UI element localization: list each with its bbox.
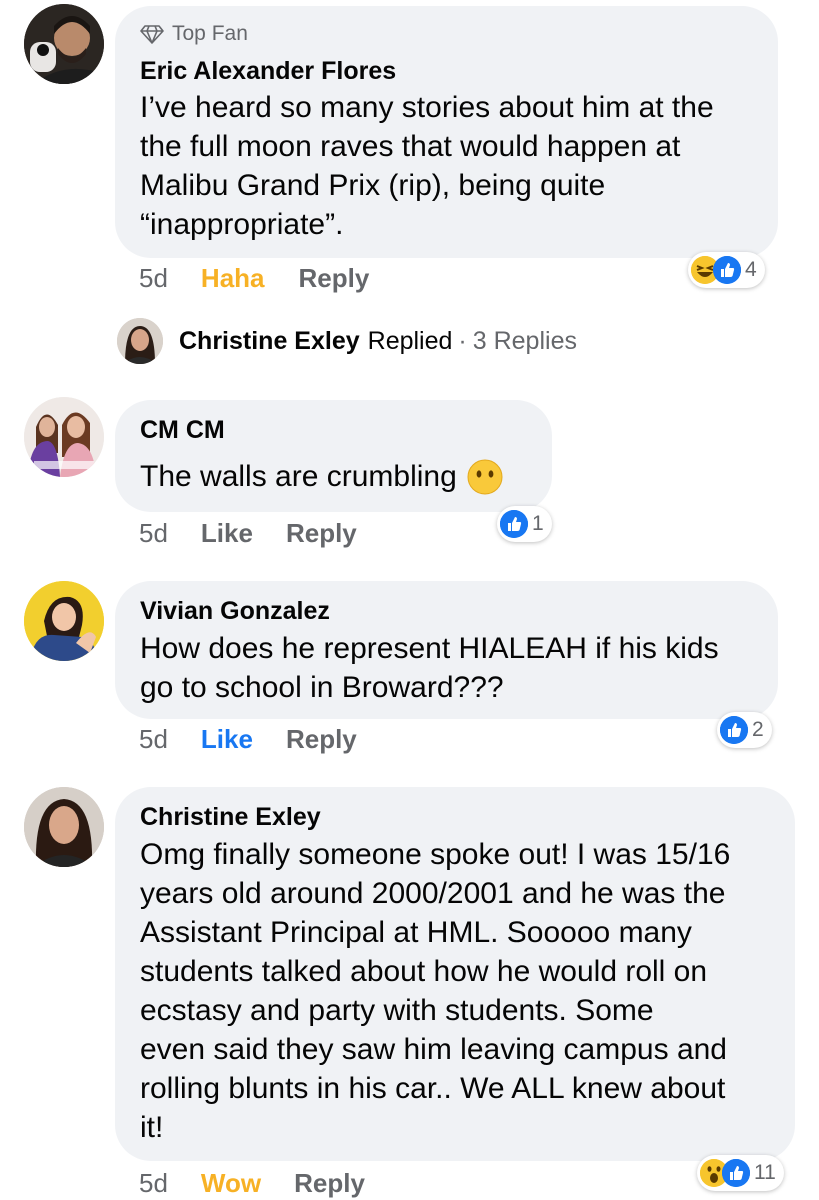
avatar-christine[interactable] <box>24 787 104 867</box>
reply-button[interactable]: Reply <box>286 724 357 755</box>
comment-time[interactable]: 5d <box>139 724 168 755</box>
comment-author[interactable]: Vivian Gonzalez <box>140 597 754 626</box>
like-icon <box>722 1159 750 1187</box>
comment-actions: 5d Like Reply <box>139 724 357 755</box>
top-fan-label: Top Fan <box>172 22 248 45</box>
comment-bubble: Vivian Gonzalez How does he represent HI… <box>115 581 778 719</box>
comment-line: students talked about how he would roll … <box>140 955 708 988</box>
comment-bubble: Top Fan Eric Alexander Flores I’ve heard… <box>115 6 778 258</box>
comment-line: Omg finally someone spoke out! I was 15/… <box>140 838 731 871</box>
comment-line: “inappropriate”. <box>140 208 344 241</box>
reaction-summary[interactable]: 11 <box>697 1155 784 1191</box>
speechless-face-emoji <box>467 459 503 494</box>
comment-actions: 5d Wow Reply <box>139 1168 365 1199</box>
comment-actions: 5d Like Reply <box>139 518 357 549</box>
like-icon <box>720 716 748 744</box>
react-button[interactable]: Haha <box>201 263 265 294</box>
comment-line: even said they saw him leaving campus an… <box>140 1033 727 1066</box>
like-icon <box>713 256 741 284</box>
avatar-vivian[interactable] <box>24 581 104 661</box>
comment-text: Omg finally someone spoke out! I was 15/… <box>140 835 771 1147</box>
like-icon <box>500 510 528 538</box>
comment-text: How does he represent HIALEAH if his kid… <box>140 629 754 707</box>
comment-line: it! <box>140 1111 164 1144</box>
comment-line: the full moon raves that would happen at <box>140 130 681 163</box>
replied-label: Replied <box>367 326 453 355</box>
reaction-summary[interactable]: 4 <box>688 252 765 288</box>
reaction-summary[interactable]: 2 <box>717 712 772 748</box>
comment-line: years old around 2000/2001 and he was th… <box>140 877 726 910</box>
avatar-cm[interactable] <box>24 397 104 477</box>
comment-text: The walls are crumbling <box>140 457 528 496</box>
comment-bubble: Christine Exley Omg finally someone spok… <box>115 787 795 1161</box>
comment-line: go to school in Broward??? <box>140 671 504 704</box>
comment-line: rolling blunts in his car.. We ALL knew … <box>140 1072 726 1105</box>
replied-author[interactable]: Christine Exley <box>179 327 360 356</box>
avatar-eric[interactable] <box>24 4 104 84</box>
comment-time[interactable]: 5d <box>139 518 168 549</box>
reply-button[interactable]: Reply <box>286 518 357 549</box>
comment-text: I’ve heard so many stories about him at … <box>140 88 754 244</box>
reply-button[interactable]: Reply <box>299 263 370 294</box>
reaction-count: 4 <box>745 258 757 281</box>
comment-line: ecstasy and party with students. Some <box>140 994 654 1027</box>
comment-line: Assistant Principal at HML. Sooooo many <box>140 916 692 949</box>
comment-bubble: CM CM The walls are crumbling <box>115 400 552 512</box>
comment-time[interactable]: 5d <box>139 263 168 294</box>
top-fan-badge: Top Fan <box>140 22 754 46</box>
avatar-christine-small <box>117 318 163 364</box>
reaction-count: 2 <box>752 718 764 741</box>
diamond-icon <box>140 25 164 44</box>
like-button[interactable]: Like <box>201 518 253 549</box>
comment-author[interactable]: CM CM <box>140 416 528 445</box>
comment-actions: 5d Haha Reply <box>139 263 369 294</box>
comment-author[interactable]: Christine Exley <box>140 803 771 832</box>
comment-line: Malibu Grand Prix (rip), being quite <box>140 169 606 202</box>
comment-line: I’ve heard so many stories about him at … <box>140 91 714 124</box>
like-button[interactable]: Like <box>201 724 253 755</box>
replies-link[interactable]: Christine Exley Replied · 3 Replies <box>117 318 577 364</box>
comment-line: The walls are crumbling <box>140 460 457 493</box>
comment-time[interactable]: 5d <box>139 1168 168 1199</box>
comment-line: How does he represent HIALEAH if his kid… <box>140 632 719 665</box>
reply-button[interactable]: Reply <box>294 1168 365 1199</box>
replies-count[interactable]: 3 Replies <box>473 327 577 356</box>
separator: · <box>458 326 467 355</box>
reaction-count: 11 <box>754 1161 776 1184</box>
comment-author[interactable]: Eric Alexander Flores <box>140 57 754 86</box>
react-button[interactable]: Wow <box>201 1168 261 1199</box>
reaction-count: 1 <box>532 512 544 535</box>
reaction-summary[interactable]: 1 <box>497 506 552 542</box>
